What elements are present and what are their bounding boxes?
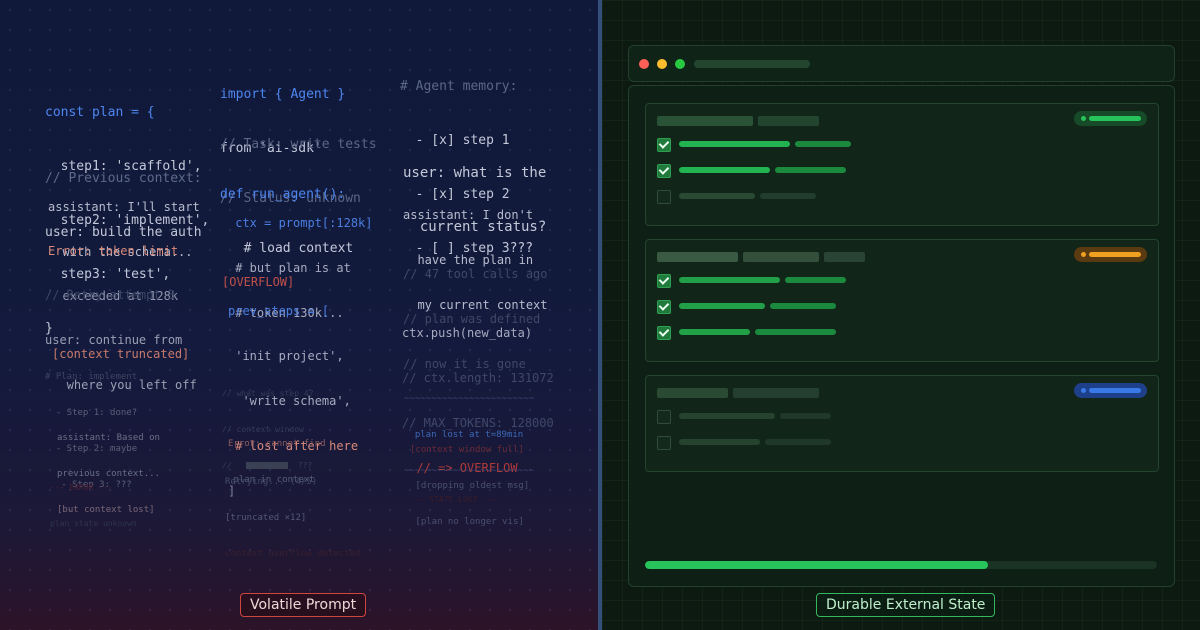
- error-line: context overflow detected: [225, 549, 361, 559]
- minimize-window-icon[interactable]: [657, 59, 667, 69]
- text-line: # Plan: implement: [45, 372, 138, 382]
- code-line: prev_steps = [: [228, 304, 330, 318]
- close-window-icon[interactable]: [639, 59, 649, 69]
- faded-error-block: --- ERROR --- plan state unknown: [50, 458, 137, 554]
- card-title-placeholder: [657, 388, 728, 398]
- status-bar: [1089, 388, 1141, 393]
- durable-state-label: Durable External State: [816, 593, 996, 617]
- comment-line: // 47 tool calls ago: [403, 267, 548, 281]
- text-line: assistant: I don't: [403, 208, 534, 222]
- text-line: assistant: Based on: [57, 433, 160, 443]
- task-checkbox-checked[interactable]: [657, 300, 671, 314]
- card-title-placeholder: [657, 252, 738, 262]
- status-badge-complete: [1074, 111, 1147, 126]
- card-meta-placeholder: [824, 252, 865, 262]
- volatile-prompt-label: Volatile Prompt: [240, 593, 367, 617]
- error-line: Error: token limit: [48, 244, 179, 258]
- status-badge-in-progress: [1074, 247, 1147, 262]
- status-dot: [1081, 116, 1086, 121]
- comment-line: # Agent memory:: [400, 79, 518, 94]
- task-detail-placeholder: [785, 277, 846, 283]
- text-line: assistant: I'll start: [48, 200, 200, 214]
- task-checkbox-unchecked[interactable]: [657, 190, 671, 204]
- error-line: [context window full]: [410, 445, 524, 455]
- task-label-placeholder: [679, 413, 775, 419]
- task-row[interactable]: [657, 436, 1147, 450]
- task-row[interactable]: [657, 274, 1147, 288]
- retrying-block: Retrying... (4/5) [truncated ×12] contex…: [225, 452, 360, 584]
- volatile-prompt-panel: const plan = { step1: 'scaffold', step2:…: [0, 0, 598, 630]
- task-checkbox-unchecked[interactable]: [657, 410, 671, 424]
- task-label-placeholder: [679, 141, 790, 147]
- text-line: Retrying... (4/5): [225, 477, 318, 487]
- task-row[interactable]: [657, 164, 1147, 178]
- task-row[interactable]: [657, 326, 1147, 340]
- task-label-placeholder: [679, 167, 770, 173]
- status-bar: [1089, 252, 1141, 257]
- task-checkbox-checked[interactable]: [657, 138, 671, 152]
- status-dot: [1081, 252, 1086, 257]
- status-bar: [1089, 116, 1141, 121]
- task-label-placeholder: [679, 303, 765, 309]
- task-detail-placeholder: [760, 193, 816, 199]
- task-row[interactable]: [657, 138, 1147, 152]
- task-detail-placeholder: [765, 439, 831, 445]
- card-subtitle-placeholder: [733, 388, 819, 398]
- task-checkbox-checked[interactable]: [657, 274, 671, 288]
- card-title-placeholder: [657, 116, 753, 126]
- text-line: [truncated ×12]: [225, 513, 307, 523]
- task-detail-placeholder: [770, 303, 836, 309]
- progress-bar: [645, 561, 1157, 569]
- progress-fill: [645, 561, 989, 569]
- card-subtitle-placeholder: [758, 116, 819, 126]
- task-row[interactable]: [657, 300, 1147, 314]
- task-card-complete: [645, 103, 1159, 226]
- task-label-placeholder: [679, 439, 760, 445]
- comment-line: // Retry attempt 3: [45, 288, 176, 302]
- task-checkbox-checked[interactable]: [657, 164, 671, 178]
- task-label-placeholder: [679, 193, 755, 199]
- text-line: plan state unknown: [50, 519, 137, 528]
- code-line: const plan = {: [45, 105, 155, 120]
- task-detail-placeholder: [795, 141, 851, 147]
- error-line: --- ERROR ---: [50, 483, 113, 492]
- task-detail-placeholder: [780, 413, 831, 419]
- task-detail-placeholder: [775, 167, 846, 173]
- task-row[interactable]: [657, 410, 1147, 424]
- state-window: [628, 85, 1175, 587]
- code-line: 'init project',: [228, 349, 344, 363]
- code-line: ctx = prompt[:128k]: [228, 216, 373, 230]
- status-dot: [1081, 388, 1086, 393]
- maximize-window-icon[interactable]: [675, 59, 685, 69]
- task-card-pending: [645, 375, 1159, 472]
- code-line: ctx.push(new_data): [402, 326, 533, 340]
- error-line: Error: cannot find: [228, 439, 326, 449]
- card-subtitle-placeholder: [743, 252, 819, 262]
- task-label-placeholder: [679, 277, 780, 283]
- task-checkbox-checked[interactable]: [657, 326, 671, 340]
- task-card-in-progress: [645, 239, 1159, 362]
- window-titlebar: [628, 45, 1175, 82]
- comment-line: // what was step 4?: [222, 389, 314, 398]
- task-row[interactable]: [657, 190, 1147, 204]
- wave-line: ~~~~~~~~~~~~~~~~~~~~~~~~: [404, 394, 535, 404]
- durable-state-panel: [602, 0, 1200, 630]
- task-detail-placeholder: [755, 329, 836, 335]
- task-checkbox-unchecked[interactable]: [657, 436, 671, 450]
- status-badge-pending: [1074, 383, 1147, 398]
- state-lost-block: --- STATE LOST ---: [410, 470, 497, 530]
- window-title-placeholder: [694, 60, 810, 68]
- error-line: --- STATE LOST ---: [410, 495, 497, 504]
- task-label-placeholder: [679, 329, 750, 335]
